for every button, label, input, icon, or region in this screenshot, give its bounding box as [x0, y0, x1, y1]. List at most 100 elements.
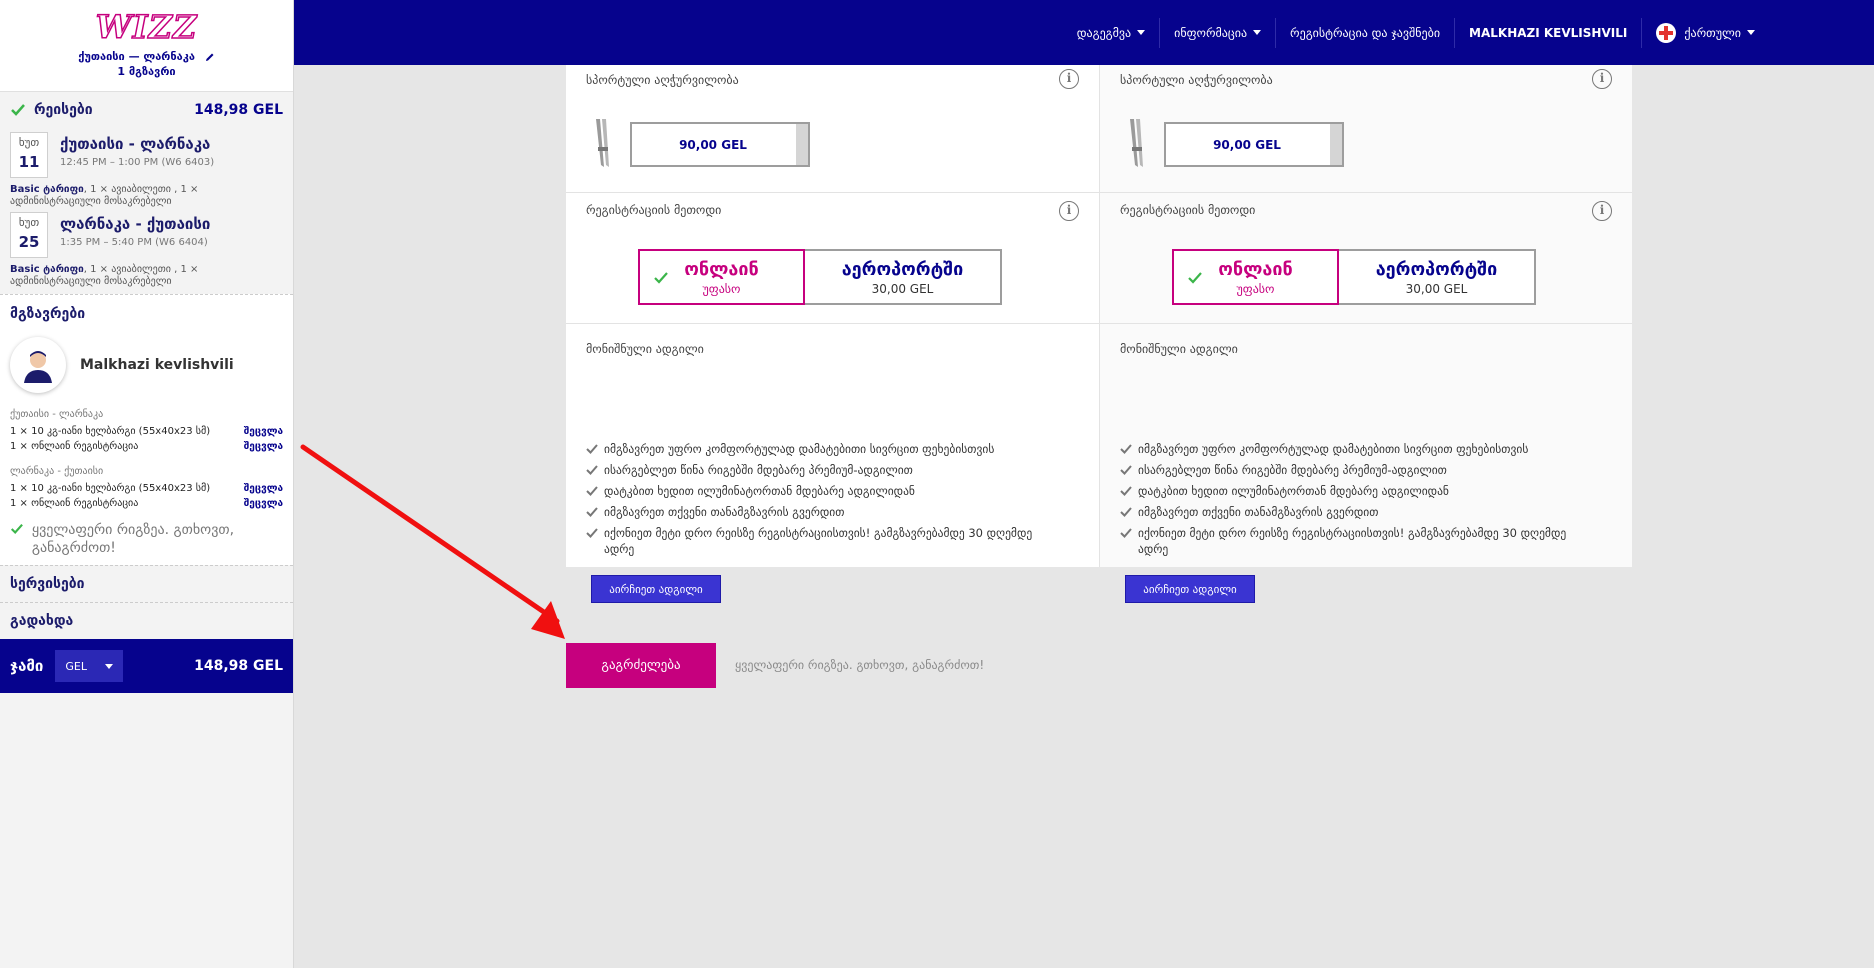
list-item: ისარგებლეთ წინა რიგებში მდებარე პრემიუმ-…: [1120, 462, 1600, 478]
flights-section-header[interactable]: რეისები 148,98 GEL: [0, 92, 293, 128]
passenger-row: Malkhazi kevlishvili: [0, 333, 293, 397]
checkin-method-title: რეგისტრაციის მეთოდი: [586, 203, 722, 217]
service-text: 1 × 10 კგ-იანი ხელბარგი (55x40x23 სმ): [10, 483, 211, 494]
check-icon: [11, 104, 25, 116]
list-item: იქონიეთ მეტი დრო რეისზე რეგისტრაციისთვის…: [586, 525, 1066, 557]
edit-link[interactable]: შეცვლა: [244, 498, 283, 509]
pencil-icon[interactable]: [205, 52, 215, 62]
airport-label: აეროპორტში: [841, 258, 964, 280]
benefit-text: იმგზავრეთ უფრო კომფორტულად დამატებითი სი…: [604, 442, 995, 456]
flight-day: 11: [18, 153, 40, 171]
services-cards: სპორტული აღჭურვილობა i 90,00 GEL რეგისტრ…: [566, 65, 1632, 603]
benefit-text: იმგზავრეთ უფრო კომფორტულად დამატებითი სი…: [1138, 442, 1529, 456]
benefit-text: დატკბით ხედით ილუმინატორთან მდებარე ადგი…: [604, 484, 915, 498]
sidebar-header: WIZZ ქუთაისი — ლარნაკა 1 მგზავრი: [0, 0, 293, 92]
check-icon: [1188, 272, 1202, 284]
check-icon: [586, 507, 598, 517]
sport-equipment-price-button[interactable]: 90,00 GEL: [1164, 122, 1344, 167]
flight-time: 1:35 PM – 5:40 PM (W6 6404): [60, 237, 208, 248]
nav-checkin-label: რეგისტრაცია და ჯავშნები: [1290, 25, 1441, 40]
route-summary[interactable]: ქუთაისი — ლარნაკა: [0, 50, 293, 63]
sport-equipment-title: სპორტული აღჭურვილობა: [586, 73, 739, 87]
benefit-text: ისარგებლეთ წინა რიგებში მდებარე პრემიუმ-…: [604, 463, 913, 477]
total-label: ჯამი: [10, 657, 44, 675]
all-good-message: ყველაფერი რიგზეა. გთხოვთ, განაგრძოთ!: [0, 511, 293, 557]
ski-icon: [1130, 119, 1143, 167]
edit-link[interactable]: შეცვლა: [244, 426, 283, 437]
continue-button[interactable]: გაგრძელება: [566, 643, 716, 688]
check-icon: [1120, 486, 1132, 496]
list-item: იმგზავრეთ თქვენი თანამგზავრის გვერდით: [586, 504, 1066, 520]
check-icon: [10, 523, 23, 535]
edit-link[interactable]: შეცვლა: [244, 483, 283, 494]
services-section-header[interactable]: სერვისები: [0, 565, 293, 602]
choose-seat-button[interactable]: აირჩიეთ ადგილი: [591, 575, 721, 603]
list-item: იქონიეთ მეტი დრო რეისზე რეგისტრაციისთვის…: [1120, 525, 1600, 557]
checkin-airport-option[interactable]: აეროპორტში 30,00 GEL: [1339, 249, 1536, 305]
total-amount: 148,98 GEL: [194, 658, 283, 674]
nav-checkin-bookings[interactable]: რეგისტრაცია და ჯავშნები: [1275, 17, 1454, 48]
leg-title: ქუთაისი - ლარნაკა: [10, 409, 104, 420]
info-icon[interactable]: i: [1592, 201, 1612, 221]
benefit-text: იქონიეთ მეტი დრო რეისზე რეგისტრაციისთვის…: [1138, 526, 1567, 556]
user-account-link[interactable]: MALKHAZI KEVLISHVILI: [1454, 17, 1641, 48]
sport-equipment-title: სპორტული აღჭურვილობა: [1120, 73, 1273, 87]
flight-fare: Basic ტარიფი, 1 × ავიაბილეთი , 1 × ადმინ…: [0, 258, 293, 288]
top-nav-bar: დაგეგმვა ინფორმაცია რეგისტრაცია და ჯავშნ…: [294, 0, 1874, 65]
passenger-avatar-icon: [24, 351, 52, 383]
passengers-section-header[interactable]: მგზავრები: [0, 295, 293, 333]
payment-section-header[interactable]: გადახდა: [0, 602, 293, 639]
continue-hint: ყველაფერი რიგზეა. გთხოვთ, განაგრძოთ!: [735, 658, 985, 672]
info-icon[interactable]: i: [1059, 201, 1079, 221]
flight-weekday: ხუთ: [18, 136, 40, 149]
passengers-section: მგზავრები Malkhazi kevlishvili ქუთაისი -…: [0, 294, 293, 565]
seat-benefits-list: იმგზავრეთ უფრო კომფორტულად დამატებითი სი…: [586, 441, 1066, 562]
benefit-text: ისარგებლეთ წინა რიგებში მდებარე პრემიუმ-…: [1138, 463, 1447, 477]
language-label: ქართული: [1684, 25, 1741, 40]
passengers-title: მგზავრები: [10, 306, 86, 322]
nav-plan[interactable]: დაგეგმვა: [1063, 18, 1159, 48]
passenger-services-return: სპორტული აღჭურვილობა i 90,00 GEL რეგისტრ…: [1099, 65, 1632, 603]
checkin-airport-option[interactable]: აეროპორტში 30,00 GEL: [805, 249, 1002, 305]
passenger-services-outbound: სპორტული აღჭურვილობა i 90,00 GEL რეგისტრ…: [566, 65, 1099, 603]
edit-link[interactable]: შეცვლა: [244, 441, 283, 452]
flight-date: ხუთ 25: [10, 212, 48, 258]
benefit-text: იმგზავრეთ თქვენი თანამგზავრის გვერდით: [604, 505, 845, 519]
total-bar: ჯამი GEL 148,98 GEL: [0, 639, 293, 693]
flight-outbound: ხუთ 11 ქუთაისი - ლარნაკა 12:45 PM – 1:00…: [0, 128, 293, 178]
service-text: 1 × ონლაინ რეგისტრაცია: [10, 441, 139, 452]
wizz-logo[interactable]: WIZZ: [0, 9, 293, 45]
list-item: იმგზავრეთ თქვენი თანამგზავრის გვერდით: [1120, 504, 1600, 520]
top-nav: დაგეგმვა ინფორმაცია რეგისტრაცია და ჯავშნ…: [1063, 0, 1769, 65]
info-icon[interactable]: i: [1592, 69, 1612, 89]
checkin-method-title: რეგისტრაციის მეთოდი: [1120, 203, 1256, 217]
list-item: დატკბით ხედით ილუმინატორთან მდებარე ადგი…: [1120, 483, 1600, 499]
avatar: [10, 337, 66, 393]
georgia-flag-icon: [1656, 22, 1677, 43]
checkin-online-option[interactable]: ონლაინ უფასო: [1172, 249, 1339, 305]
chevron-down-icon: [1747, 30, 1755, 35]
checkin-online-option[interactable]: ონლაინ უფასო: [638, 249, 805, 305]
nav-info[interactable]: ინფორმაცია: [1159, 17, 1275, 48]
list-item: დატკბით ხედით ილუმინატორთან მდებარე ადგი…: [586, 483, 1066, 499]
flight-weekday: ხუთ: [18, 216, 40, 229]
checkin-method-options: ონლაინ უფასო აეროპორტში 30,00 GEL: [638, 249, 1002, 305]
choose-seat-button[interactable]: აირჩიეთ ადგილი: [1125, 575, 1255, 603]
flight-time: 12:45 PM – 1:00 PM (W6 6403): [60, 157, 215, 168]
sport-equipment-price-button[interactable]: 90,00 GEL: [630, 122, 810, 167]
online-price: უფასო: [702, 281, 741, 296]
info-icon[interactable]: i: [1059, 69, 1079, 89]
check-icon: [1120, 507, 1132, 517]
chevron-down-icon: [105, 663, 114, 669]
benefit-text: დატკბით ხედით ილუმინატორთან მდებარე ადგი…: [1138, 484, 1449, 498]
fare-name: Basic ტარიფი: [10, 264, 84, 275]
route-text: ქუთაისი — ლარნაკა: [78, 50, 195, 63]
currency-select[interactable]: GEL: [55, 650, 124, 682]
language-selector[interactable]: ქართული: [1641, 17, 1769, 48]
all-good-text: ყველაფერი რიგზეა. გთხოვთ, განაგრძოთ!: [31, 522, 235, 556]
check-icon: [586, 528, 598, 538]
airport-price: 30,00 GEL: [871, 281, 934, 296]
benefit-text: იქონიეთ მეტი დრო რეისზე რეგისტრაციისთვის…: [604, 526, 1033, 556]
flight-route: ქუთაისი - ლარნაკა: [60, 135, 211, 153]
services-title: სერვისები: [10, 576, 85, 592]
